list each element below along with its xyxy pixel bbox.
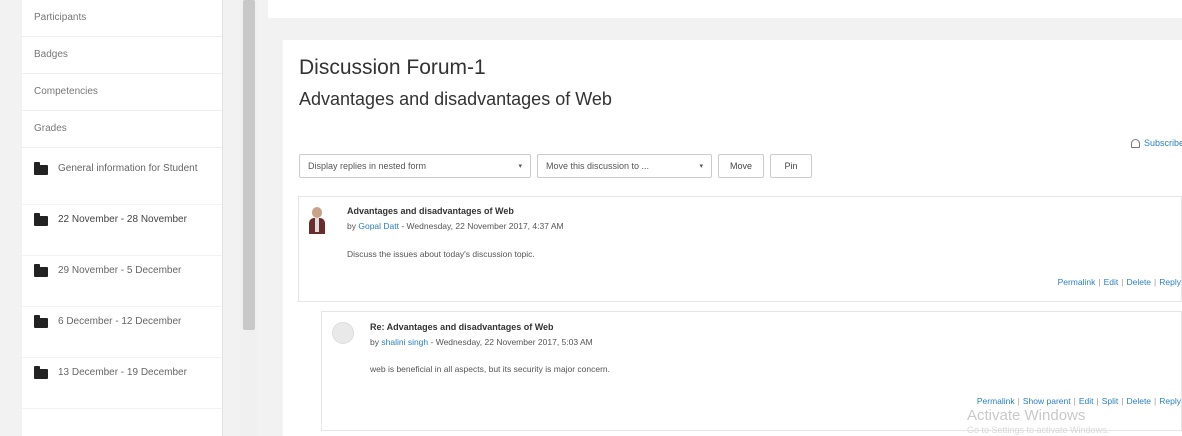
post-date: - Wednesday, 22 November 2017, 5:03 AM <box>428 337 593 347</box>
folder-icon <box>34 264 48 277</box>
sidebar-section-week-2[interactable]: 29 November - 5 December <box>22 256 222 307</box>
discussion-title: Advantages and disadvantages of Web <box>299 89 612 109</box>
post-byline: by shalini singh - Wednesday, 22 Novembe… <box>370 337 593 347</box>
sidebar-section-week-4[interactable]: 13 December - 19 December <box>22 358 222 409</box>
subscribe-link[interactable]: Subscribe <box>1130 138 1182 148</box>
move-discussion-select[interactable]: Move this discussion to ... ▾ <box>537 154 712 178</box>
folder-icon <box>34 213 48 226</box>
folder-icon <box>34 315 48 328</box>
top-bar <box>268 0 1182 18</box>
forum-main: Discussion Forum-1 Advantages and disadv… <box>283 40 1182 436</box>
by-label: by <box>370 337 379 347</box>
post-subject: Advantages and disadvantages of Web <box>347 206 514 216</box>
post-commands: Permalink | Show parent | Edit | Split | Delete |… <box>976 396 1181 406</box>
sidebar-section-label: 29 November - 5 December <box>58 265 182 276</box>
show-parent-link[interactable]: Show parent <box>1023 396 1071 406</box>
bell-icon <box>1130 138 1140 148</box>
sidebar-section-label: 6 December - 12 December <box>58 316 182 327</box>
reply-link[interactable]: Reply <box>1159 277 1181 287</box>
folder-icon <box>34 366 48 379</box>
sidebar-item-competencies[interactable]: Competencies <box>22 74 222 111</box>
by-label: by <box>347 221 356 231</box>
sidebar-section-label: 13 December - 19 December <box>58 367 187 378</box>
forum-post: Advantages and disadvantages of Web by G… <box>298 196 1182 302</box>
permalink-link[interactable]: Permalink <box>977 396 1015 406</box>
post-date: - Wednesday, 22 November 2017, 4:37 AM <box>399 221 564 231</box>
sidebar-scrollbar-thumb[interactable] <box>243 0 255 330</box>
page-title: Discussion Forum-1 <box>299 56 486 79</box>
edit-link[interactable]: Edit <box>1079 396 1094 406</box>
edit-link[interactable]: Edit <box>1104 277 1119 287</box>
post-commands: Permalink | Edit | Delete | Reply <box>1057 277 1181 287</box>
pin-button[interactable]: Pin <box>770 154 812 178</box>
sidebar-section-label: General information for Student <box>58 163 198 174</box>
sidebar-section-week-3[interactable]: 6 December - 12 December <box>22 307 222 358</box>
chevron-down-icon: ▾ <box>518 163 522 170</box>
post-byline: by Gopal Datt - Wednesday, 22 November 2… <box>347 221 564 231</box>
display-mode-value: Display replies in nested form <box>308 161 427 171</box>
post-message: Discuss the issues about today's discuss… <box>347 249 535 259</box>
chevron-down-icon: ▾ <box>699 163 703 170</box>
windows-activation-watermark: Activate Windows <box>967 407 1086 424</box>
split-link[interactable]: Split <box>1102 396 1119 406</box>
author-link[interactable]: shalini singh <box>381 337 428 347</box>
discussion-controls: Display replies in nested form ▾ Move th… <box>299 154 818 178</box>
folder-icon <box>34 162 48 175</box>
avatar[interactable] <box>307 206 327 234</box>
course-sidebar: Participants Badges Competencies Grades … <box>22 0 223 436</box>
post-message: web is beneficial in all aspects, but it… <box>370 364 610 374</box>
move-button[interactable]: Move <box>718 154 764 178</box>
delete-link[interactable]: Delete <box>1126 277 1151 287</box>
display-mode-select[interactable]: Display replies in nested form ▾ <box>299 154 531 178</box>
subscribe-label: Subscribe <box>1143 138 1182 148</box>
sidebar-item-badges[interactable]: Badges <box>22 37 222 74</box>
sidebar-section-general[interactable]: General information for Student <box>22 154 222 205</box>
sidebar-section-label: 22 November - 28 November <box>58 214 187 225</box>
author-link[interactable]: Gopal Datt <box>358 221 399 231</box>
reply-link[interactable]: Reply <box>1159 396 1181 406</box>
move-discussion-value: Move this discussion to ... <box>546 161 650 171</box>
windows-activation-hint: Go to Settings to activate Windows. <box>967 425 1110 435</box>
delete-link[interactable]: Delete <box>1126 396 1151 406</box>
post-subject: Re: Advantages and disadvantages of Web <box>370 322 554 332</box>
permalink-link[interactable]: Permalink <box>1058 277 1096 287</box>
sidebar-item-participants[interactable]: Participants <box>22 0 222 37</box>
avatar[interactable] <box>332 322 354 344</box>
sidebar-section-week-1[interactable]: 22 November - 28 November <box>22 205 222 256</box>
sidebar-item-grades[interactable]: Grades <box>22 111 222 148</box>
